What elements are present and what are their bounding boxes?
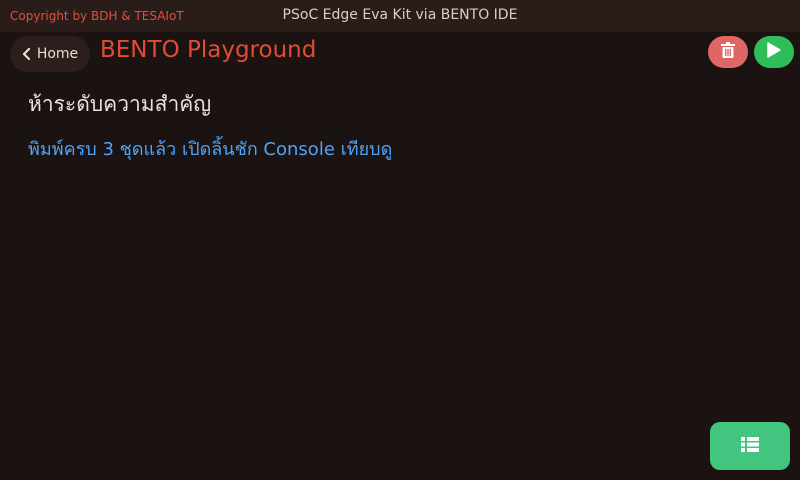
chevron-left-icon <box>22 48 31 60</box>
delete-button[interactable] <box>708 36 748 68</box>
play-icon <box>767 42 781 62</box>
home-button[interactable]: Home <box>10 36 90 72</box>
section-heading: ห้าระดับความสำคัญ <box>28 92 212 116</box>
status-message: พิมพ์ครบ 3 ชุดแล้ว เปิดลิ้นชัก Console เ… <box>28 139 393 160</box>
page-title: BENTO Playground <box>100 37 317 63</box>
app-title: PSoC Edge Eva Kit via BENTO IDE <box>282 7 518 23</box>
home-label: Home <box>36 46 79 62</box>
list-icon <box>741 436 759 456</box>
top-bar: Copyright by BDH & TESAIoT PSoC Edge Eva… <box>0 0 800 32</box>
run-button[interactable] <box>754 36 794 68</box>
console-list-button[interactable] <box>710 422 790 470</box>
trash-icon <box>721 42 735 62</box>
